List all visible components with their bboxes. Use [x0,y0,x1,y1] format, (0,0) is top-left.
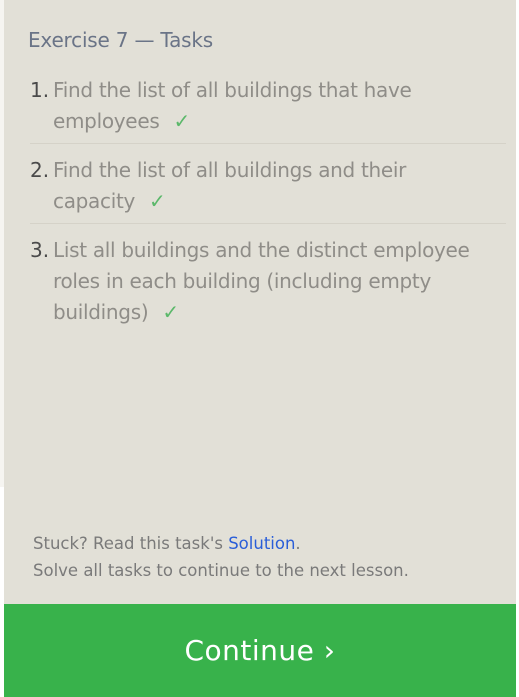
panel-title: Exercise 7 — Tasks [28,28,214,52]
stuck-line: Stuck? Read this task's Solution. [33,530,409,557]
check-icon: ✓ [173,109,191,133]
check-icon: ✓ [149,189,166,213]
continue-button[interactable]: Continue › [4,604,516,697]
task-panel: Exercise 7 — Tasks 1. Find the list of a… [4,0,516,697]
task-text: List all buildings and the distinct empl… [53,238,470,324]
task-item-1: 1. Find the list of all buildings that h… [30,72,506,144]
task-item-3: 3. List all buildings and the distinct e… [30,232,506,334]
solution-link[interactable]: Solution [228,534,295,553]
task-text: Find the list of all buildings that have… [53,78,412,133]
footer-help: Stuck? Read this task's Solution. Solve … [33,530,409,584]
task-number: 2. [30,158,50,182]
continue-note: Solve all tasks to continue to the next … [33,561,409,580]
check-icon: ✓ [162,300,180,324]
stuck-suffix: . [295,534,301,553]
task-text: Find the list of all buildings and their… [53,158,407,213]
task-number: 1. [30,78,50,102]
stuck-prefix: Stuck? Read this task's [33,534,229,553]
task-item-2: 2. Find the list of all buildings and th… [30,152,506,224]
task-number: 3. [30,238,50,262]
task-list: 1. Find the list of all buildings that h… [30,72,506,342]
